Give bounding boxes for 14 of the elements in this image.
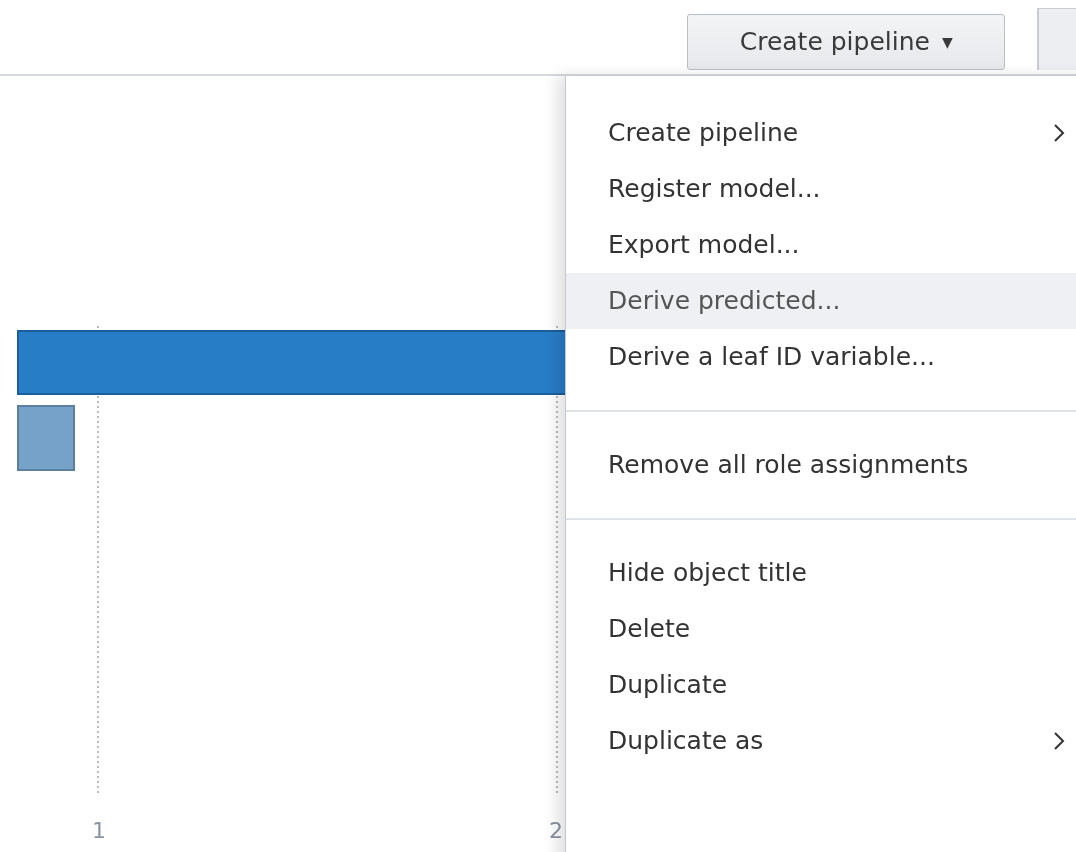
create-pipeline-button[interactable]: Create pipeline ▼ [687,14,1006,70]
menu-item[interactable]: Duplicate as [566,713,1076,769]
menu-item[interactable]: Hide object title [566,545,1076,601]
menu-item[interactable]: Derive predicted... [566,273,1076,329]
menu-item[interactable]: Duplicate [566,657,1076,713]
axis-tick-label: 2 [549,817,563,845]
toolbar-button[interactable] [1037,8,1076,70]
axis-tick-label: 1 [92,817,106,845]
menu-item[interactable]: Create pipeline [566,105,1076,161]
menu-item[interactable]: Export model... [566,217,1076,273]
menu-item[interactable]: Delete [566,601,1076,657]
menu-item[interactable]: Derive a leaf ID variable... [566,329,1076,385]
menu-item[interactable]: Register model... [566,161,1076,217]
menu-item[interactable]: Remove all role assignments [566,437,1076,493]
